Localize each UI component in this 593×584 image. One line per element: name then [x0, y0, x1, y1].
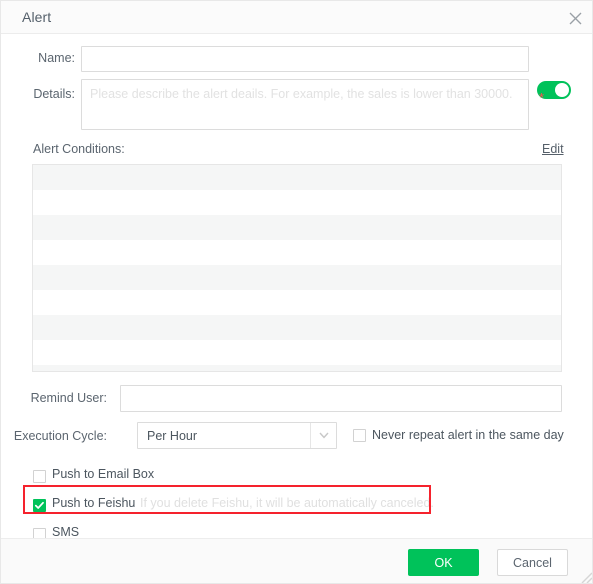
alert-conditions-panel[interactable]	[32, 164, 562, 372]
sms-label[interactable]: SMS	[52, 525, 79, 539]
resize-grip-icon[interactable]	[577, 568, 592, 583]
details-required-marker: *	[539, 90, 545, 105]
cancel-button[interactable]: Cancel	[497, 549, 568, 576]
toggle-knob	[555, 83, 569, 97]
never-repeat-label[interactable]: Never repeat alert in the same day	[372, 428, 564, 442]
push-to-feishu-hint: If you delete Feishu, it will be automat…	[140, 496, 434, 510]
condition-row[interactable]	[33, 340, 561, 365]
execution-cycle-value: Per Hour	[147, 429, 198, 443]
chevron-down-icon[interactable]	[310, 423, 336, 448]
condition-row[interactable]	[33, 215, 561, 240]
ok-button[interactable]: OK	[408, 549, 479, 576]
remind-user-input[interactable]	[120, 385, 562, 412]
edit-conditions-link[interactable]: Edit	[542, 142, 564, 156]
dialog-titlebar: Alert	[1, 1, 592, 34]
never-repeat-checkbox[interactable]	[353, 429, 366, 442]
dialog-footer: OK Cancel	[1, 538, 592, 583]
dialog-title: Alert	[22, 9, 52, 25]
close-icon[interactable]	[564, 7, 586, 29]
push-to-email-box-checkbox[interactable]	[33, 470, 46, 483]
remind-user-label: Remind User:	[30, 391, 107, 405]
condition-row[interactable]	[33, 290, 561, 315]
dialog-body: Name: Details: * Alert Conditions: Edit …	[1, 34, 592, 541]
condition-row[interactable]	[33, 190, 561, 215]
condition-row[interactable]	[33, 315, 561, 340]
alert-dialog: Alert Name: Details: * Alert Conditions:…	[0, 0, 593, 584]
condition-row[interactable]	[33, 265, 561, 290]
execution-cycle-label: Execution Cycle:	[13, 429, 107, 443]
push-to-email-box-label[interactable]: Push to Email Box	[52, 467, 154, 481]
condition-row[interactable]	[33, 240, 561, 265]
push-to-feishu-checkbox[interactable]	[33, 499, 46, 512]
name-input[interactable]	[81, 46, 529, 72]
details-label: Details:	[33, 87, 75, 101]
alert-conditions-label: Alert Conditions:	[33, 142, 125, 156]
push-to-feishu-label[interactable]: Push to Feishu	[52, 496, 135, 510]
condition-row[interactable]	[33, 165, 561, 190]
details-textarea[interactable]	[81, 79, 529, 130]
name-label: Name:	[38, 51, 75, 65]
execution-cycle-select[interactable]: Per Hour	[137, 422, 337, 449]
condition-row[interactable]	[33, 365, 561, 371]
